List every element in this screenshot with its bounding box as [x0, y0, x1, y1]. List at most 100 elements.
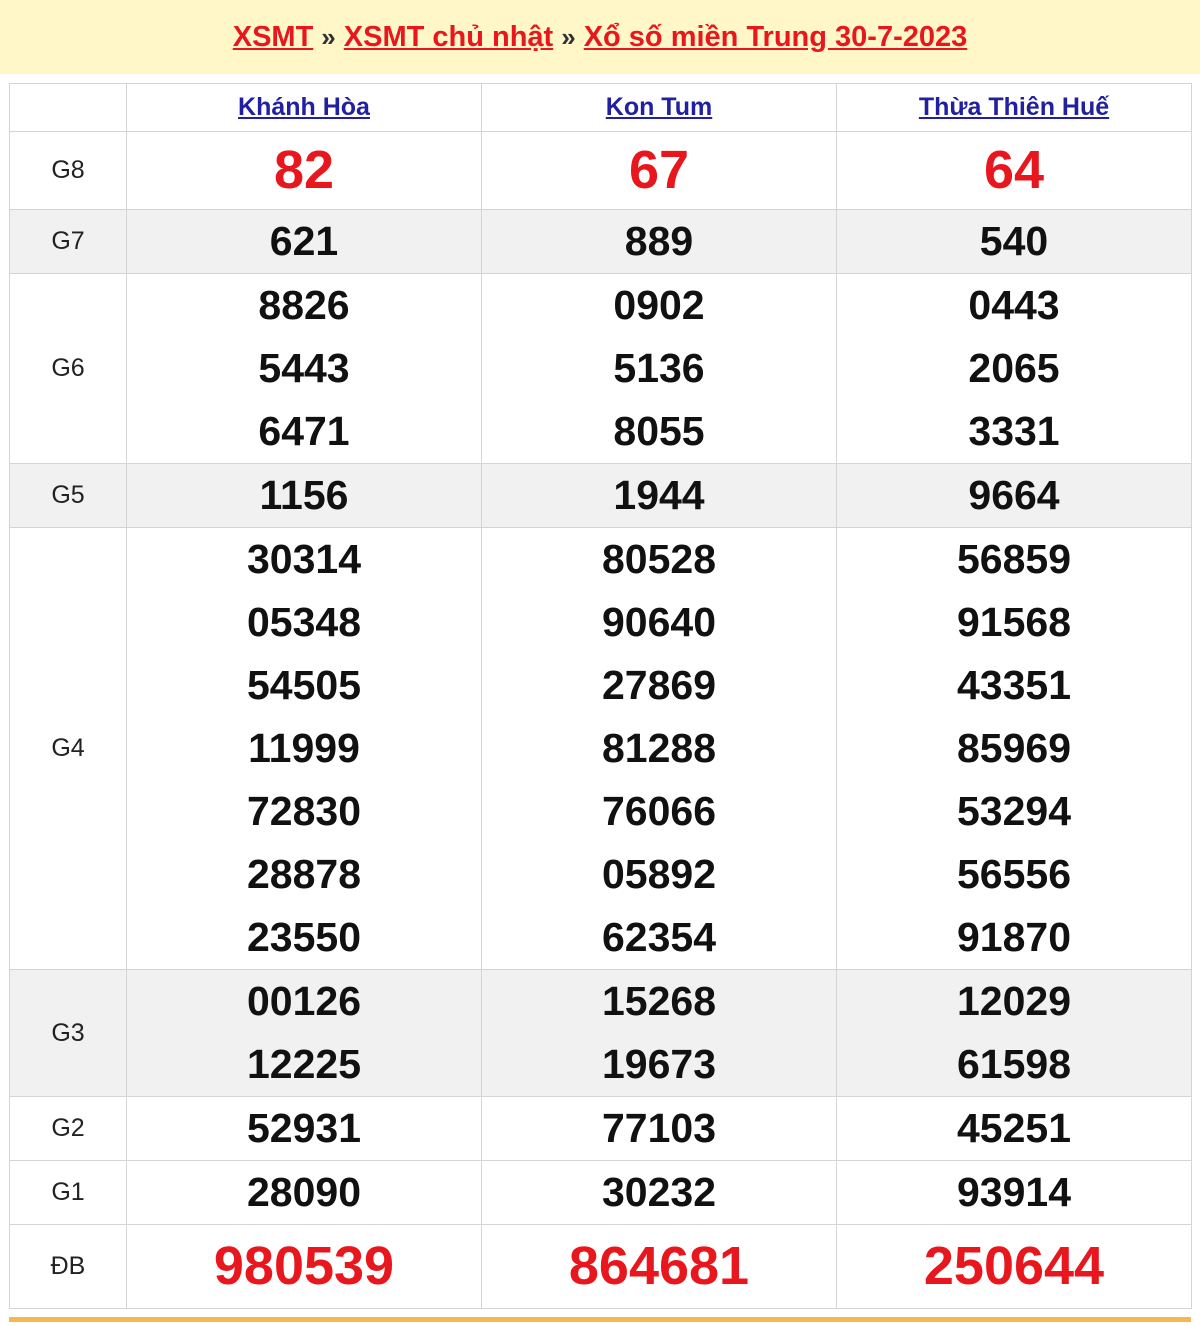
prize-number: 23550: [246, 914, 361, 960]
table-row: G3 00126 12225 15268 19673 12029 61598: [9, 969, 1192, 1097]
prize-number: 0443: [968, 282, 1060, 328]
prize-cell: 80528 90640 27869 81288 76066 05892 62354: [481, 527, 837, 970]
breadcrumb: XSMT » XSMT chủ nhật » Xổ số miền Trung …: [0, 0, 1200, 74]
prize-cell: 30232: [481, 1160, 837, 1225]
table-row: G6 8826 5443 6471 0902 5136 8055 0443 2065 3331: [9, 273, 1192, 464]
prize-cell: 56859 91568 43351 85969 53294 56556 91870: [836, 527, 1192, 970]
table-header-row: Khánh Hòa Kon Tum Thừa Thiên Huế: [9, 83, 1192, 132]
prize-number: 64: [983, 140, 1045, 200]
prize-cell: 64: [836, 131, 1192, 210]
prize-number: 3331: [968, 408, 1060, 454]
prize-number: 2065: [968, 345, 1060, 391]
table-row: G4 30314 05348 54505 11999 72830 28878 23550 805…: [9, 527, 1192, 970]
prize-number: 56859: [956, 536, 1071, 582]
prize-cell: 864681: [481, 1224, 837, 1309]
prize-cell: 77103: [481, 1096, 837, 1161]
prize-label: G1: [9, 1160, 127, 1225]
prize-number: 19673: [601, 1041, 716, 1087]
prize-number: 1944: [613, 472, 705, 518]
prize-number: 82: [273, 140, 335, 200]
prize-cell: 0443 2065 3331: [836, 273, 1192, 464]
prize-number: 6471: [258, 408, 350, 454]
prize-label: G6: [9, 273, 127, 464]
table-row: G2 52931 77103 45251: [9, 1096, 1192, 1161]
prize-cell: 45251: [836, 1096, 1192, 1161]
table-row: G5 1156 1944 9664: [9, 463, 1192, 528]
prize-cell: 67: [481, 131, 837, 210]
prize-number: 30232: [601, 1169, 716, 1215]
prize-number: 05892: [601, 851, 716, 897]
prize-cell: 540: [836, 209, 1192, 274]
prize-cell: 250644: [836, 1224, 1192, 1309]
prize-number: 43351: [956, 662, 1071, 708]
lottery-results-table: Khánh Hòa Kon Tum Thừa Thiên Huế G8 82 67 6…: [9, 83, 1192, 1309]
prize-cell: 82: [126, 131, 482, 210]
prize-number: 91870: [956, 914, 1071, 960]
prize-number: 621: [269, 218, 339, 264]
prize-number: 9664: [968, 472, 1060, 518]
prize-number: 5136: [613, 345, 705, 391]
breadcrumb-separator: »: [561, 21, 576, 52]
prize-number: 540: [979, 218, 1049, 264]
prize-number: 61598: [956, 1041, 1071, 1087]
prize-number: 30314: [246, 536, 361, 582]
prize-number: 53294: [956, 788, 1071, 834]
province-link[interactable]: Thừa Thiên Huế: [919, 93, 1109, 121]
prize-cell: 9664: [836, 463, 1192, 528]
prize-cell: 30314 05348 54505 11999 72830 28878 23550: [126, 527, 482, 970]
prize-number: 56556: [956, 851, 1071, 897]
prize-cell: 93914: [836, 1160, 1192, 1225]
table-row: ĐB 980539 864681 250644: [9, 1224, 1192, 1309]
prize-number: 05348: [246, 599, 361, 645]
breadcrumb-link-results-date[interactable]: Xổ số miền Trung 30-7-2023: [584, 21, 968, 54]
breadcrumb-link-xsmt-sunday[interactable]: XSMT chủ nhật: [344, 21, 553, 54]
prize-number: 27869: [601, 662, 716, 708]
prize-number: 980539: [213, 1236, 395, 1296]
prize-number: 91568: [956, 599, 1071, 645]
prize-label: G4: [9, 527, 127, 970]
prize-number: 28878: [246, 851, 361, 897]
province-header: Kon Tum: [481, 83, 837, 132]
prize-cell: 15268 19673: [481, 969, 837, 1097]
province-link[interactable]: Kon Tum: [606, 93, 712, 121]
province-header: Khánh Hòa: [126, 83, 482, 132]
prize-label: G8: [9, 131, 127, 210]
prize-cell: 1944: [481, 463, 837, 528]
prize-label: G5: [9, 463, 127, 528]
prize-cell: 8826 5443 6471: [126, 273, 482, 464]
prize-number: 54505: [246, 662, 361, 708]
prize-number: 12029: [956, 978, 1071, 1024]
prize-number: 864681: [568, 1236, 750, 1296]
prize-number: 5443: [258, 345, 350, 391]
prize-number: 67: [628, 140, 690, 200]
prize-number: 45251: [956, 1105, 1071, 1151]
table-row: G7 621 889 540: [9, 209, 1192, 274]
prize-label: G7: [9, 209, 127, 274]
prize-number: 0902: [613, 282, 705, 328]
prize-number: 52931: [246, 1105, 361, 1151]
prize-number: 1156: [259, 472, 349, 518]
prize-number: 80528: [601, 536, 716, 582]
prize-number: 72830: [246, 788, 361, 834]
prize-number: 62354: [601, 914, 716, 960]
prize-label: ĐB: [9, 1224, 127, 1309]
prize-number: 81288: [601, 725, 716, 771]
prize-cell: 1156: [126, 463, 482, 528]
prize-number: 85969: [956, 725, 1071, 771]
bottom-border: [9, 1317, 1191, 1322]
province-link[interactable]: Khánh Hòa: [238, 93, 370, 121]
table-row: G1 28090 30232 93914: [9, 1160, 1192, 1225]
province-header: Thừa Thiên Huế: [836, 83, 1192, 132]
prize-cell: 0902 5136 8055: [481, 273, 837, 464]
breadcrumb-link-xsmt[interactable]: XSMT: [233, 21, 314, 54]
prize-label: G3: [9, 969, 127, 1097]
prize-number: 76066: [601, 788, 716, 834]
prize-number: 8055: [613, 408, 705, 454]
prize-number: 250644: [923, 1236, 1105, 1296]
prize-number: 889: [624, 218, 694, 264]
prize-rows: G8 82 67 64 G7 621 889 540 G6 8826 5443 6471 0902 513…: [9, 131, 1192, 1309]
prize-number: 90640: [601, 599, 716, 645]
breadcrumb-separator: »: [321, 21, 336, 52]
prize-label: G2: [9, 1096, 127, 1161]
prize-number: 12225: [246, 1041, 361, 1087]
